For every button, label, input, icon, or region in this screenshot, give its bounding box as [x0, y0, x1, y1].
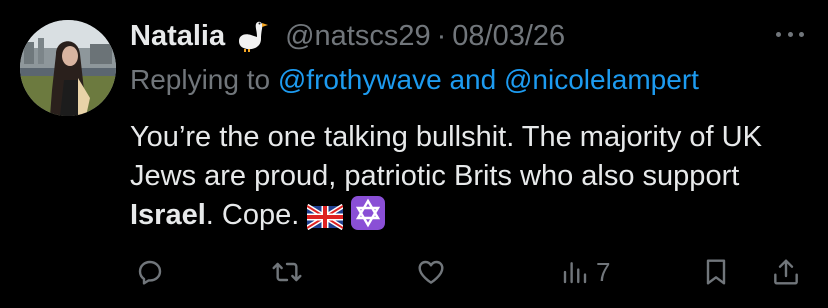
author-handle[interactable]: @natscs29 — [285, 20, 431, 53]
mention-joiner: and — [449, 64, 497, 95]
views-button[interactable]: 7 — [560, 252, 610, 292]
action-bar: 7 — [0, 252, 828, 292]
retweet-button[interactable] — [270, 252, 304, 292]
retweet-icon — [272, 262, 302, 282]
separator-dot: · — [436, 19, 447, 52]
avatar-image — [20, 20, 116, 116]
tweet-text: You’re the one talking bullshit. The maj… — [130, 118, 810, 241]
bookmark-button[interactable] — [700, 252, 732, 292]
views-count: 7 — [596, 256, 611, 287]
author-name[interactable]: Natalia — [130, 20, 225, 53]
mention-frothywave[interactable]: @frothywave — [278, 64, 442, 95]
tweet-date[interactable]: 08/03/26 — [452, 20, 565, 53]
uk-flag-icon — [306, 202, 345, 241]
mention-nicolelampert[interactable]: @nicolelampert — [504, 64, 699, 95]
bookmark-icon — [706, 259, 726, 285]
tweet-text-bold: Israel — [130, 199, 206, 231]
views-icon — [563, 262, 587, 284]
tweet-text-part2: . Cope. — [205, 199, 300, 231]
avatar[interactable] — [20, 20, 116, 116]
like-button[interactable] — [414, 252, 448, 292]
replying-to: Replying to @frothywave and @nicolelampe… — [130, 64, 699, 96]
share-icon — [774, 259, 798, 285]
star-of-david-icon — [351, 196, 386, 241]
reply-icon — [138, 260, 162, 285]
reply-button[interactable] — [134, 252, 166, 292]
tweet-header: Natalia @natscs29 · 08/03/26 — [130, 16, 565, 56]
goose-icon — [235, 19, 271, 53]
tweet: Natalia @natscs29 · 08/03/26 Replying to… — [0, 0, 828, 308]
replying-to-label: Replying to — [130, 64, 271, 95]
tweet-text-part1: You’re the one talking bullshit. The maj… — [130, 121, 762, 192]
more-icon[interactable] — [776, 24, 804, 44]
like-icon — [418, 260, 444, 284]
share-button[interactable] — [770, 252, 802, 292]
